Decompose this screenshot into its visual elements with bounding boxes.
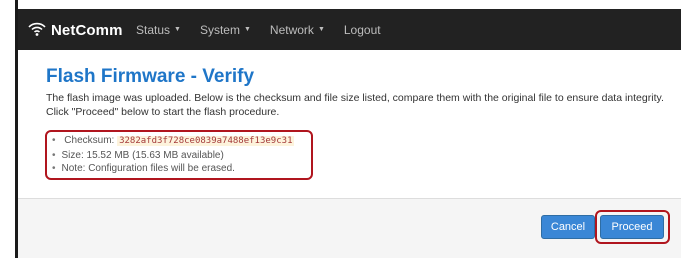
proceed-button[interactable]: Proceed	[600, 215, 664, 239]
brand-logo[interactable]: NetComm	[27, 19, 123, 41]
caret-down-icon: ▼	[243, 26, 251, 33]
form-footer: Cancel Proceed	[18, 198, 681, 258]
page-margin	[0, 0, 15, 258]
size-item: Size: 15.52 MB (15.63 MB available)	[52, 149, 294, 163]
nav-item-system[interactable]: System ▼	[200, 23, 251, 37]
nav-item-status[interactable]: Status ▼	[136, 23, 181, 37]
top-navbar: NetComm Status ▼ System ▼ Network ▼ Logo…	[18, 9, 681, 50]
note-item: Note: Configuration files will be erased…	[52, 162, 294, 176]
nav-item-label: Status	[136, 22, 171, 37]
page-title: Flash Firmware - Verify	[46, 66, 255, 87]
main-content: Flash Firmware - Verify The flash image …	[18, 50, 681, 258]
caret-down-icon: ▼	[317, 26, 325, 33]
main-nav: Status ▼ System ▼ Network ▼ Logout	[136, 9, 400, 50]
caret-down-icon: ▼	[174, 26, 181, 33]
cancel-button[interactable]: Cancel	[541, 215, 595, 239]
nav-item-label: Network	[269, 22, 314, 37]
checksum-item: Checksum: 3282afd3f728ce0839a7488ef13e9c…	[52, 134, 295, 149]
nav-item-logout[interactable]: Logout	[344, 23, 381, 37]
file-info-list: Checksum: 3282afd3f728ce0839a7488ef13e9c…	[52, 134, 295, 176]
checksum-label: Checksum:	[64, 135, 115, 146]
brand-name: NetComm	[51, 21, 123, 39]
nav-item-label: System	[199, 22, 240, 37]
checksum-value: 3282afd3f728ce0839a7488ef13e9c31	[117, 136, 295, 146]
wifi-logo-icon	[27, 18, 47, 43]
page-description: The flash image was uploaded. Below is t…	[46, 92, 664, 118]
nav-item-network[interactable]: Network ▼	[270, 23, 325, 37]
nav-item-label: Logout	[343, 22, 381, 37]
